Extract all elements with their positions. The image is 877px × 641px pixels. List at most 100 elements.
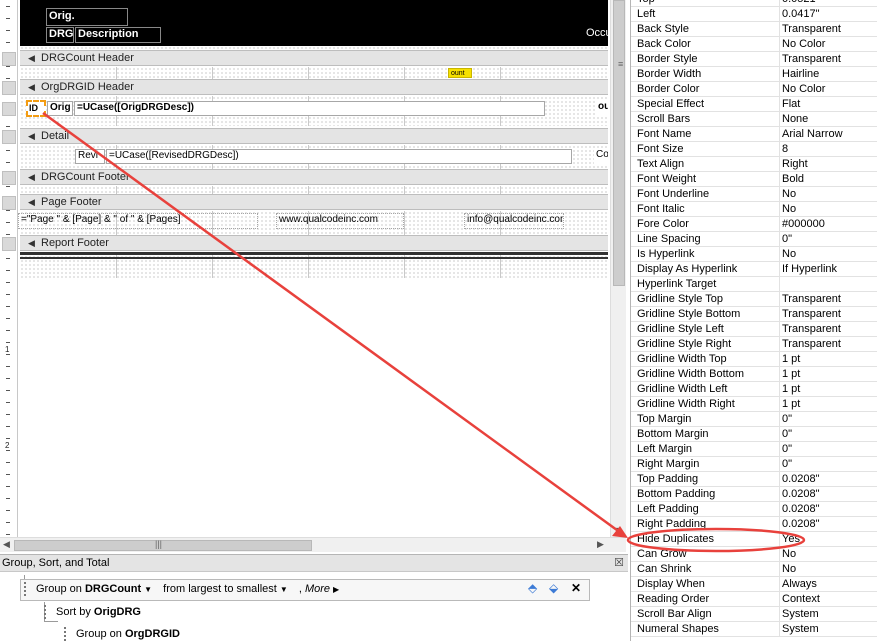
orig-desc-textbox[interactable]: =UCase([OrigDRGDesc])	[74, 101, 545, 116]
vertical-scrollbar[interactable]: ≡ ▼	[610, 0, 626, 537]
section-bar-detail[interactable]: ◀ Detail	[20, 128, 608, 144]
property-value[interactable]: 1 pt	[779, 397, 877, 411]
property-row[interactable]: Left 0.0417"	[631, 7, 877, 22]
email-label[interactable]: info@qualcodeinc.com	[464, 213, 564, 229]
property-row[interactable]: Bottom Padding 0.0208"	[631, 487, 877, 502]
move-up-icon[interactable]: ⬘	[528, 581, 537, 595]
property-value[interactable]: 1 pt	[779, 367, 877, 381]
drg-header-label[interactable]: DRG	[46, 27, 74, 43]
property-row[interactable]: Fore Color #000000	[631, 217, 877, 232]
page-number-textbox[interactable]: ="Page " & [Page] & " of " & [Pages]	[18, 213, 258, 229]
scroll-right-icon[interactable]: ▶	[597, 539, 604, 550]
orig-label[interactable]: Orig	[47, 101, 73, 116]
property-value[interactable]	[779, 277, 877, 291]
property-value[interactable]: If Hyperlink	[779, 262, 877, 276]
group-field-select[interactable]: DRGCount	[85, 583, 141, 595]
property-value[interactable]: Right	[779, 157, 877, 171]
orig-right-textbox[interactable]: ou	[596, 101, 608, 116]
property-row[interactable]: Top Margin 0"	[631, 412, 877, 427]
property-value[interactable]: Transparent	[779, 22, 877, 36]
property-row[interactable]: Border Color No Color	[631, 82, 877, 97]
property-value[interactable]: Hairline	[779, 67, 877, 81]
property-value[interactable]: Arial Narrow	[779, 127, 877, 141]
property-row[interactable]: Gridline Style Top Transparent	[631, 292, 877, 307]
property-value[interactable]: Always	[779, 577, 877, 591]
chevron-down-icon[interactable]: ▼	[144, 585, 152, 594]
group-level-1[interactable]: Group on DRGCount ▼ from largest to small…	[24, 580, 347, 600]
property-value[interactable]: Flat	[779, 97, 877, 111]
count-field[interactable]: ount	[448, 68, 472, 78]
sort-order-select[interactable]: from largest to smallest	[163, 583, 277, 595]
orig-header-label[interactable]: Orig.	[46, 8, 128, 26]
sort-field[interactable]: OrigDRG	[94, 606, 141, 618]
section-selector[interactable]	[2, 102, 16, 116]
property-value[interactable]: No	[779, 547, 877, 561]
orgdrgid-header-area[interactable]: ID Orig =UCase([OrigDRGDesc]) ou	[20, 96, 608, 126]
property-value[interactable]: 0.0208"	[779, 517, 877, 531]
property-value[interactable]: 0"	[779, 412, 877, 426]
property-row[interactable]: Left Margin 0"	[631, 442, 877, 457]
property-row[interactable]: Reading Order Context	[631, 592, 877, 607]
property-value[interactable]: 0"	[779, 457, 877, 471]
property-value[interactable]: Context	[779, 592, 877, 606]
section-bar-drgcount-header[interactable]: ◀ DRGCount Header	[20, 50, 608, 66]
section-bar-orgdrgid-header[interactable]: ◀ OrgDRGID Header	[20, 79, 608, 95]
property-value[interactable]: 0"	[779, 427, 877, 441]
section-bar-drgcount-footer[interactable]: ◀ DRGCount Footer	[20, 169, 608, 185]
property-row[interactable]: Display As Hyperlink If Hyperlink	[631, 262, 877, 277]
property-row[interactable]: Hyperlink Target	[631, 277, 877, 292]
property-value[interactable]: No Color	[779, 37, 877, 51]
section-selector[interactable]	[2, 171, 16, 185]
property-row[interactable]: Hide Duplicates Yes	[631, 532, 877, 547]
property-value[interactable]: 0.0208"	[779, 502, 877, 516]
property-value[interactable]: No Color	[779, 82, 877, 96]
property-value[interactable]: Transparent	[779, 292, 877, 306]
section-selector[interactable]	[2, 52, 16, 66]
property-value[interactable]: No	[779, 187, 877, 201]
scroll-thumb[interactable]: ≡	[613, 0, 625, 286]
property-row[interactable]: Top0.0521"	[631, 0, 877, 7]
move-down-icon[interactable]: ⬙	[549, 581, 558, 595]
property-row[interactable]: Gridline Style Right Transparent	[631, 337, 877, 352]
report-design-view[interactable]: 1 2 Orig. DRG Description Occu ◀ DRGCount…	[0, 0, 628, 553]
property-row[interactable]: Font Underline No	[631, 187, 877, 202]
property-row[interactable]: Scroll Bars None	[631, 112, 877, 127]
property-value[interactable]: #000000	[779, 217, 877, 231]
property-value[interactable]: No	[779, 562, 877, 576]
section-selector[interactable]	[2, 196, 16, 210]
property-value[interactable]: 0.0208"	[779, 487, 877, 501]
property-row[interactable]: Border Width Hairline	[631, 67, 877, 82]
property-value[interactable]: Transparent	[779, 322, 877, 336]
drgcount-header-area[interactable]: ount	[20, 67, 608, 79]
property-row[interactable]: Display When Always	[631, 577, 877, 592]
revised-right-textbox[interactable]: Co	[594, 149, 608, 164]
group-level-3[interactable]: Group on OrgDRGID	[64, 625, 180, 641]
property-value[interactable]: 0.0417"	[779, 7, 877, 21]
property-value[interactable]: None	[779, 112, 877, 126]
property-row[interactable]: Gridline Style Left Transparent	[631, 322, 877, 337]
property-row[interactable]: Border Style Transparent	[631, 52, 877, 67]
property-row[interactable]: Gridline Width Bottom 1 pt	[631, 367, 877, 382]
section-selector[interactable]	[2, 237, 16, 251]
selected-id-textbox[interactable]: ID	[26, 100, 46, 117]
chevron-down-icon[interactable]: ▼	[280, 585, 288, 594]
section-selector[interactable]	[2, 130, 16, 144]
property-row[interactable]: Font Size 8	[631, 142, 877, 157]
property-row[interactable]: Can Shrink No	[631, 562, 877, 577]
property-row[interactable]: Numeral Shapes System	[631, 622, 877, 637]
property-value[interactable]: Transparent	[779, 307, 877, 321]
property-row[interactable]: Back Color No Color	[631, 37, 877, 52]
property-value[interactable]: Transparent	[779, 337, 877, 351]
revised-desc-textbox[interactable]: =UCase([RevisedDRGDesc])	[106, 149, 572, 164]
property-value[interactable]: No	[779, 202, 877, 216]
property-row[interactable]: Gridline Style Bottom Transparent	[631, 307, 877, 322]
property-value[interactable]: 1 pt	[779, 382, 877, 396]
horizontal-scrollbar[interactable]: ◀ ||| ▶	[0, 537, 626, 552]
chevron-right-icon[interactable]: ▶	[333, 585, 339, 594]
drag-handle-icon[interactable]	[24, 582, 32, 597]
revised-label[interactable]: Revi	[75, 149, 105, 164]
more-options-link[interactable]: More	[305, 583, 330, 595]
section-bar-page-footer[interactable]: ◀ Page Footer	[20, 194, 608, 210]
property-row[interactable]: Top Padding 0.0208"	[631, 472, 877, 487]
property-row[interactable]: Right Padding 0.0208"	[631, 517, 877, 532]
